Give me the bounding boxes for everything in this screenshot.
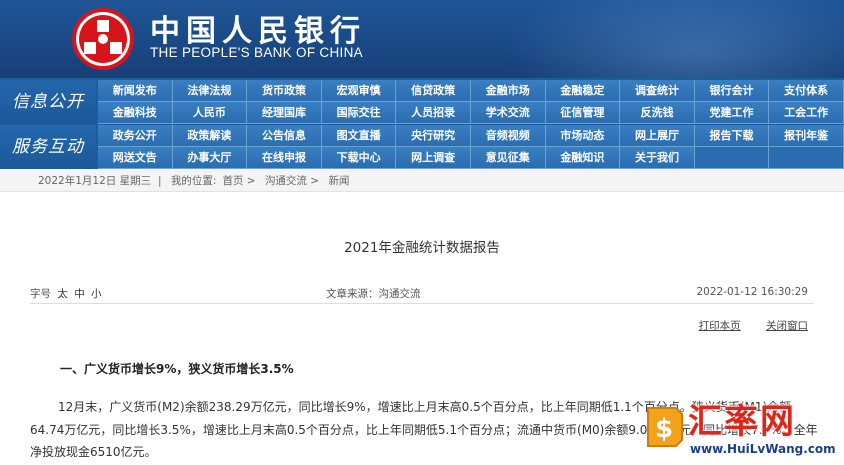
nav-item[interactable]: 金融市场 — [470, 80, 546, 102]
close-window-link[interactable]: 关闭窗口 — [766, 320, 808, 332]
article-source: 文章来源：沟通交流 — [326, 288, 421, 300]
breadcrumb-item[interactable]: 新闻 — [328, 175, 349, 187]
current-date: 2022年1月12日 星期三 — [38, 175, 152, 187]
nav-item[interactable]: 央行研究 — [396, 125, 471, 147]
nav-item[interactable]: 报刊年鉴 — [769, 125, 844, 147]
breadcrumb-separator: | — [158, 175, 162, 187]
nav-item[interactable]: 在线申报 — [247, 147, 322, 169]
font-size-label: 字号 — [30, 288, 51, 300]
nav-item[interactable]: 国际交往 — [321, 102, 397, 124]
nav-item-empty — [694, 147, 770, 169]
nav-item[interactable]: 报告下载 — [694, 125, 770, 147]
nav-item[interactable]: 政务公开 — [98, 125, 173, 147]
font-size-small[interactable]: 小 — [91, 288, 102, 300]
location-label: 我的位置: — [170, 175, 217, 187]
nav-item[interactable]: 银行会计 — [694, 80, 770, 102]
nav-block-service: 服务互动 政务公开 政策解读 公告信息 图文直播 央行研究 音频视频 市场动态 … — [0, 125, 844, 169]
font-size-switcher: 字号 太 中 小 — [30, 286, 102, 301]
nav-block-info: 信息公开 新闻发布 法律法规 货币政策 宏观审慎 信贷政策 金融市场 金融稳定 … — [0, 80, 844, 124]
nav-block-label: 信息公开 — [0, 80, 96, 124]
article-meta: 字号 太 中 小 文章来源：沟通交流 2022-01-12 16:30:29 — [30, 286, 814, 304]
article-timestamp: 2022-01-12 16:30:29 — [696, 286, 808, 298]
nav-item[interactable]: 意见征集 — [470, 147, 546, 169]
breadcrumb-item[interactable]: 沟通交流 — [265, 175, 307, 187]
nav-item[interactable]: 金融科技 — [98, 102, 173, 124]
nav-item[interactable]: 关于我们 — [620, 147, 695, 169]
nav-item[interactable]: 图文直播 — [321, 125, 397, 147]
nav-item[interactable]: 经理国库 — [247, 102, 322, 124]
nav-item[interactable]: 公告信息 — [247, 125, 322, 147]
brand-name-cn: 中国人民银行 — [150, 14, 366, 49]
nav-item[interactable]: 音频视频 — [470, 125, 546, 147]
nav-item[interactable]: 网上展厅 — [620, 125, 695, 147]
watermark-text: 汇率网 — [688, 402, 796, 442]
nav-item[interactable]: 征信管理 — [545, 102, 621, 124]
nav-item[interactable]: 反洗钱 — [620, 102, 695, 124]
nav-item-empty — [769, 147, 844, 169]
article-actions: 打印本页 关闭窗口 — [677, 318, 808, 333]
nav-item[interactable]: 法律法规 — [172, 80, 248, 102]
nav-item[interactable]: 人员招录 — [396, 102, 471, 124]
nav-item[interactable]: 学术交流 — [470, 102, 546, 124]
watermark-url: www.HuiLvWang.com — [690, 442, 836, 456]
breadcrumb-separator: > — [246, 175, 256, 187]
nav-item[interactable]: 货币政策 — [247, 80, 322, 102]
nav-item[interactable]: 工会工作 — [769, 102, 844, 124]
nav-item[interactable]: 金融稳定 — [545, 80, 621, 102]
nav-item[interactable]: 宏观审慎 — [321, 80, 397, 102]
article-title: 2021年金融统计数据报告 — [344, 240, 500, 256]
breadcrumb-separator: > — [310, 175, 320, 187]
nav-item[interactable]: 金融知识 — [545, 147, 621, 169]
nav-item[interactable]: 党建工作 — [694, 102, 770, 124]
nav-grid: 政务公开 政策解读 公告信息 图文直播 央行研究 音频视频 市场动态 网上展厅 … — [98, 125, 844, 169]
nav-item[interactable]: 下载中心 — [321, 147, 397, 169]
brand-name-en: THE PEOPLE'S BANK OF CHINA — [150, 45, 363, 60]
site-header: 中国人民银行 THE PEOPLE'S BANK OF CHINA — [0, 0, 844, 78]
nav-block-label: 服务互动 — [0, 125, 96, 169]
nav-item[interactable]: 办事大厅 — [172, 147, 248, 169]
nav-item[interactable]: 信贷政策 — [396, 80, 471, 102]
font-size-medium[interactable]: 中 — [74, 288, 85, 300]
nav-item[interactable]: 新闻发布 — [98, 80, 173, 102]
font-size-large[interactable]: 太 — [57, 288, 68, 300]
nav-grid: 新闻发布 法律法规 货币政策 宏观审慎 信贷政策 金融市场 金融稳定 调查统计 … — [98, 80, 844, 124]
header-glow — [504, 0, 844, 78]
nav-item[interactable]: 网上调查 — [396, 147, 471, 169]
nav-item[interactable]: 网送文告 — [98, 147, 173, 169]
nav-item[interactable]: 人民币 — [172, 102, 248, 124]
nav-item[interactable]: 支付体系 — [769, 80, 844, 102]
nav-item[interactable]: 政策解读 — [172, 125, 248, 147]
pboc-logo-icon[interactable] — [70, 6, 136, 72]
nav-item[interactable]: 市场动态 — [545, 125, 621, 147]
print-page-link[interactable]: 打印本页 — [699, 320, 741, 332]
coin-logo-icon: $ — [647, 407, 683, 447]
watermark: $ 汇率网 www.HuiLvWang.com — [640, 394, 844, 465]
breadcrumb-bar: 2022年1月12日 星期三 | 我的位置: 首页 > 沟通交流 > 新闻 — [0, 170, 844, 192]
breadcrumb: | 我的位置: 首页 > 沟通交流 > 新闻 — [158, 170, 349, 192]
svg-text:$: $ — [655, 414, 673, 444]
breadcrumb-home[interactable]: 首页 — [222, 175, 243, 187]
nav-item[interactable]: 调查统计 — [620, 80, 695, 102]
section-heading: 一、广义货币增长9%，狭义货币增长3.5% — [60, 362, 294, 376]
